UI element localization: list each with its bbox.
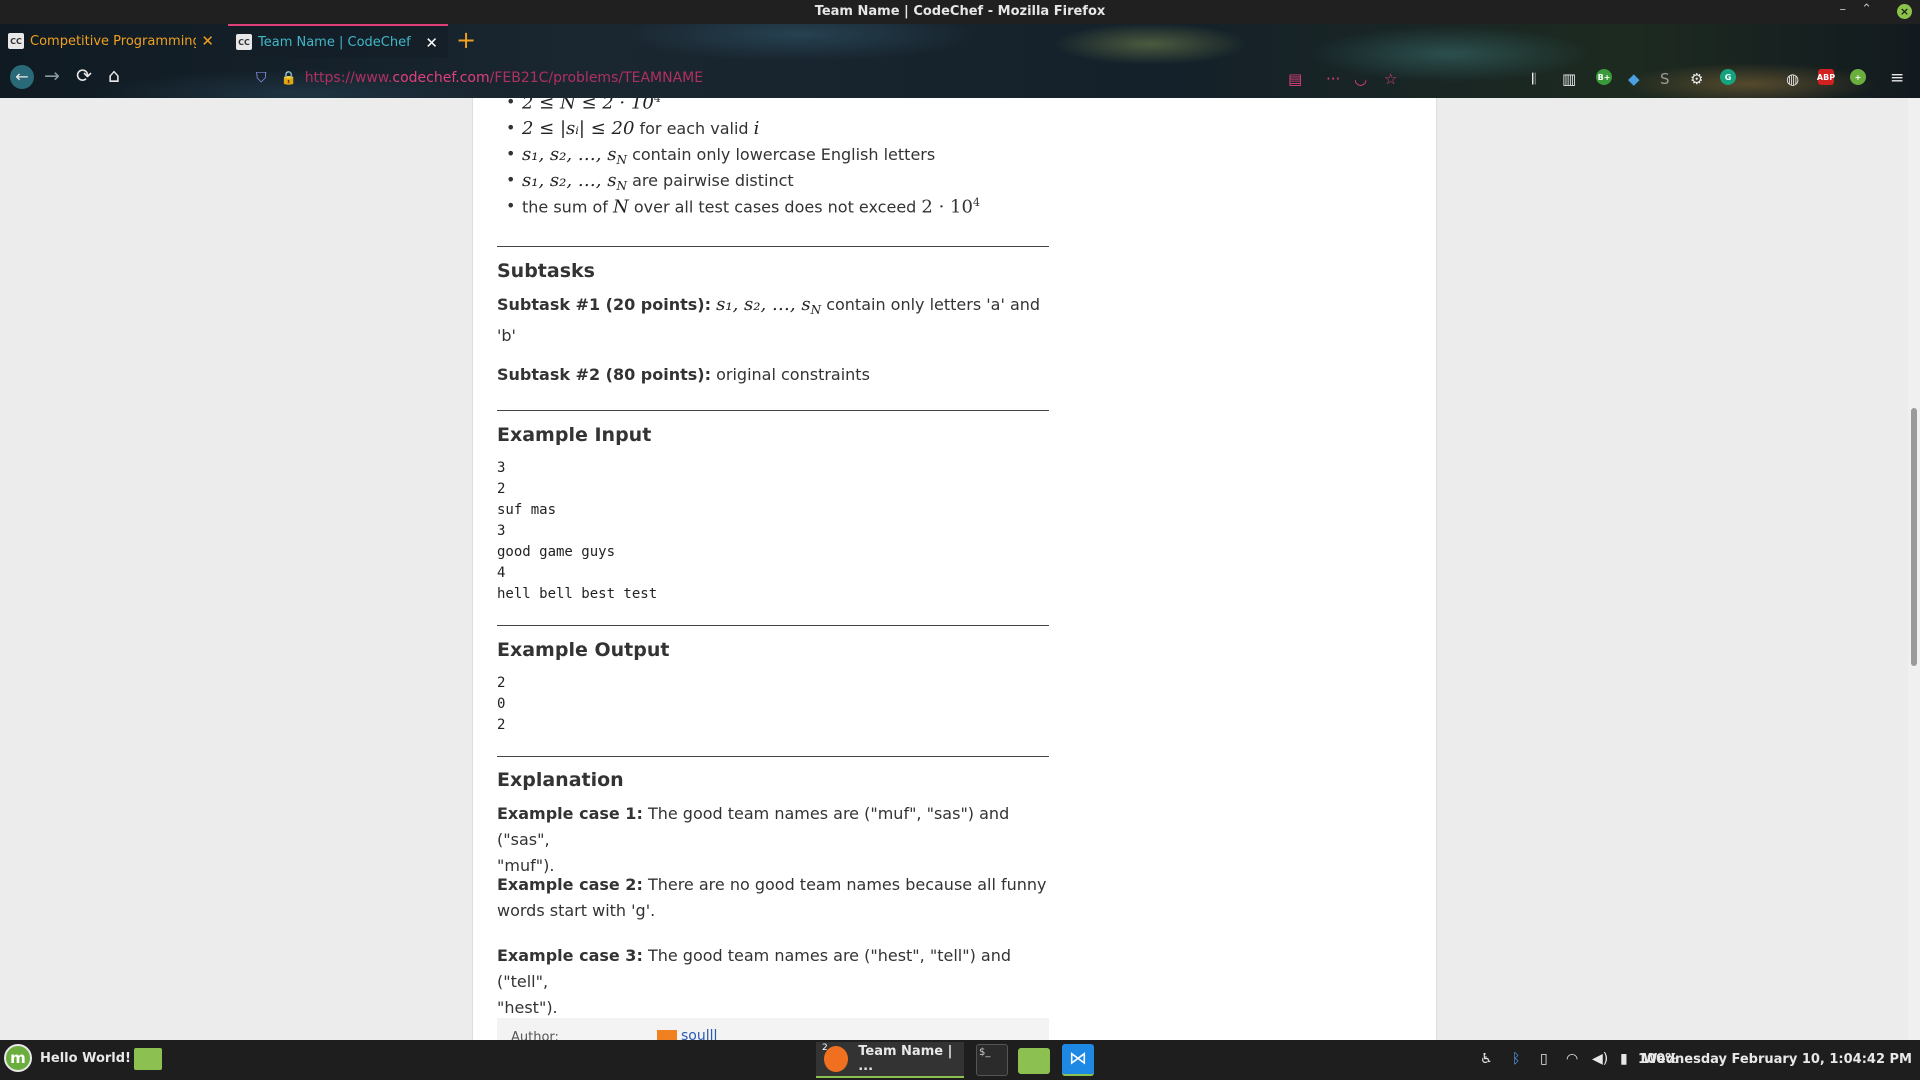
minimize-icon[interactable]: –: [1840, 2, 1847, 17]
library-icon[interactable]: 𝄃: [1532, 70, 1535, 88]
add-extension-icon[interactable]: +: [1850, 69, 1866, 85]
url-path: /FEB21C/problems/TEAMNAME: [489, 70, 704, 86]
subtask-2: Subtask #2 (80 points): original constra…: [497, 365, 870, 384]
scrollbar-thumb[interactable]: [1911, 408, 1917, 666]
example-output-block: 2 0 2: [497, 675, 506, 733]
extension-blue-icon[interactable]: ◆: [1628, 70, 1640, 88]
page-actions-icon[interactable]: ···: [1326, 70, 1340, 88]
bookmark-star-icon[interactable]: ☆: [1384, 70, 1397, 88]
extension-s-icon[interactable]: S: [1660, 70, 1670, 88]
start-menu-label: Hello World!: [40, 1050, 131, 1066]
url-scheme: https://www.: [304, 70, 393, 86]
taskbar-window-label: Team Name | ...: [858, 1044, 953, 1074]
sidebar-icon[interactable]: ▥: [1562, 70, 1576, 88]
lock-icon[interactable]: 🔒: [281, 71, 297, 86]
accessibility-icon[interactable]: ♿: [1480, 1051, 1493, 1067]
page-scrollbar[interactable]: [1908, 98, 1920, 1040]
start-menu-button[interactable]: m Hello World!: [4, 1044, 131, 1072]
settings-gear-icon[interactable]: ⚙: [1690, 70, 1703, 88]
author-label: Author:: [511, 1030, 559, 1040]
divider: [497, 410, 1049, 411]
url-domain: codechef.com: [392, 70, 490, 86]
divider: [497, 756, 1049, 757]
subtasks-heading: Subtasks: [497, 260, 595, 282]
divider: [497, 625, 1049, 626]
constraint-n-range: 2 ≤ N ≤ 2 · 104: [506, 98, 661, 113]
browser-toolbar: CC Competitive Programming ✕ CC Team Nam…: [0, 24, 1920, 98]
clipboard-icon[interactable]: ▯: [1540, 1051, 1548, 1067]
close-tab-icon[interactable]: ✕: [425, 34, 438, 52]
example-input-block: 3 2 suf mas 3 good game guys 4 hell bell…: [497, 460, 658, 602]
example-case-2: Example case 2: There are no good team n…: [497, 875, 1047, 920]
constraint-sum: the sum of N over all test cases does no…: [506, 196, 980, 217]
tracking-protection-icon[interactable]: ⛉: [256, 70, 267, 86]
page-viewport: 2 ≤ N ≤ 2 · 104 2 ≤ |sᵢ| ≤ 20 for each v…: [0, 98, 1920, 1040]
tab-label: Competitive Programming: [30, 33, 196, 49]
divider: [497, 246, 1049, 247]
show-desktop-icon[interactable]: [134, 1048, 162, 1070]
new-tab-icon[interactable]: +: [456, 26, 476, 54]
sidebar-column: [1078, 98, 1437, 1040]
forward-icon[interactable]: →: [44, 65, 60, 87]
codechef-favicon-icon: CC: [8, 33, 24, 49]
terminal-icon[interactable]: $_: [976, 1044, 1008, 1076]
example-case-1: Example case 1: The good team names are …: [497, 804, 1010, 875]
author-info: Author: soulll: [497, 1018, 1049, 1040]
subtask-1: Subtask #1 (20 points): s₁, s₂, …, sN co…: [497, 294, 1041, 346]
reader-view-icon[interactable]: ▤: [1288, 70, 1302, 88]
vscode-icon[interactable]: ⋈: [1062, 1044, 1094, 1076]
constraint-distinct: s₁, s₂, …, sN are pairwise distinct: [506, 170, 794, 193]
close-window-icon[interactable]: ×: [1897, 4, 1912, 19]
hamburger-menu-icon[interactable]: ≡: [1890, 68, 1904, 88]
adblock-plus-icon[interactable]: ABP: [1817, 69, 1835, 85]
example-output-heading: Example Output: [497, 639, 670, 661]
codechef-favicon-icon: CC: [236, 34, 252, 50]
window-count-badge: 2: [822, 1043, 828, 1053]
tab-competitive-programming[interactable]: CC Competitive Programming ✕: [0, 24, 224, 58]
example-case-3: Example case 3: The good team names are …: [497, 946, 1011, 1017]
constraint-length: 2 ≤ |sᵢ| ≤ 20 for each valid i: [506, 118, 759, 139]
bplus-icon[interactable]: B+: [1596, 69, 1612, 85]
wifi-icon[interactable]: ◠: [1566, 1051, 1578, 1067]
close-tab-icon[interactable]: ✕: [201, 32, 214, 50]
restore-icon[interactable]: ⌃: [1861, 2, 1872, 17]
back-icon[interactable]: ←: [10, 65, 34, 89]
pocket-icon[interactable]: ◡: [1354, 70, 1367, 88]
example-input-heading: Example Input: [497, 424, 652, 446]
globe-icon[interactable]: ◍: [1786, 70, 1799, 88]
country-flag-icon: [657, 1030, 677, 1040]
bluetooth-icon[interactable]: ᛒ: [1512, 1051, 1520, 1067]
battery-icon[interactable]: ▮: [1620, 1051, 1628, 1067]
clock[interactable]: Wednesday February 10, 1:04:42 PM: [1643, 1052, 1912, 1067]
grammarly-icon[interactable]: G: [1720, 69, 1736, 85]
navigation-bar: ← → ⟳ ⌂ ⛉ 🔒 https://www. codechef.com/FEB…: [0, 60, 1920, 98]
reload-icon[interactable]: ⟳: [76, 65, 92, 87]
home-icon[interactable]: ⌂: [108, 65, 120, 87]
volume-icon[interactable]: ◀): [1592, 1051, 1608, 1067]
linux-mint-logo-icon: m: [4, 1044, 32, 1072]
url-bar[interactable]: ⛉ 🔒 https://www. codechef.com/FEB21C/prob…: [246, 62, 1396, 94]
window-title: Team Name | CodeChef - Mozilla Firefox: [814, 4, 1106, 19]
explanation-heading: Explanation: [497, 769, 624, 791]
window-titlebar: Team Name | CodeChef - Mozilla Firefox –…: [0, 0, 1920, 24]
taskbar-firefox-window[interactable]: 2 Team Name | ...: [816, 1042, 964, 1078]
tab-team-name[interactable]: CC Team Name | CodeChef ✕: [228, 24, 448, 58]
tab-label: Team Name | CodeChef: [258, 34, 411, 50]
files-icon[interactable]: [1018, 1048, 1050, 1074]
author-link[interactable]: soulll: [657, 1028, 717, 1040]
system-taskbar: m Hello World! 2 Team Name | ... $_ ⋈ ♿ …: [0, 1040, 1920, 1080]
constraint-lowercase: s₁, s₂, …, sN contain only lowercase Eng…: [506, 144, 935, 167]
